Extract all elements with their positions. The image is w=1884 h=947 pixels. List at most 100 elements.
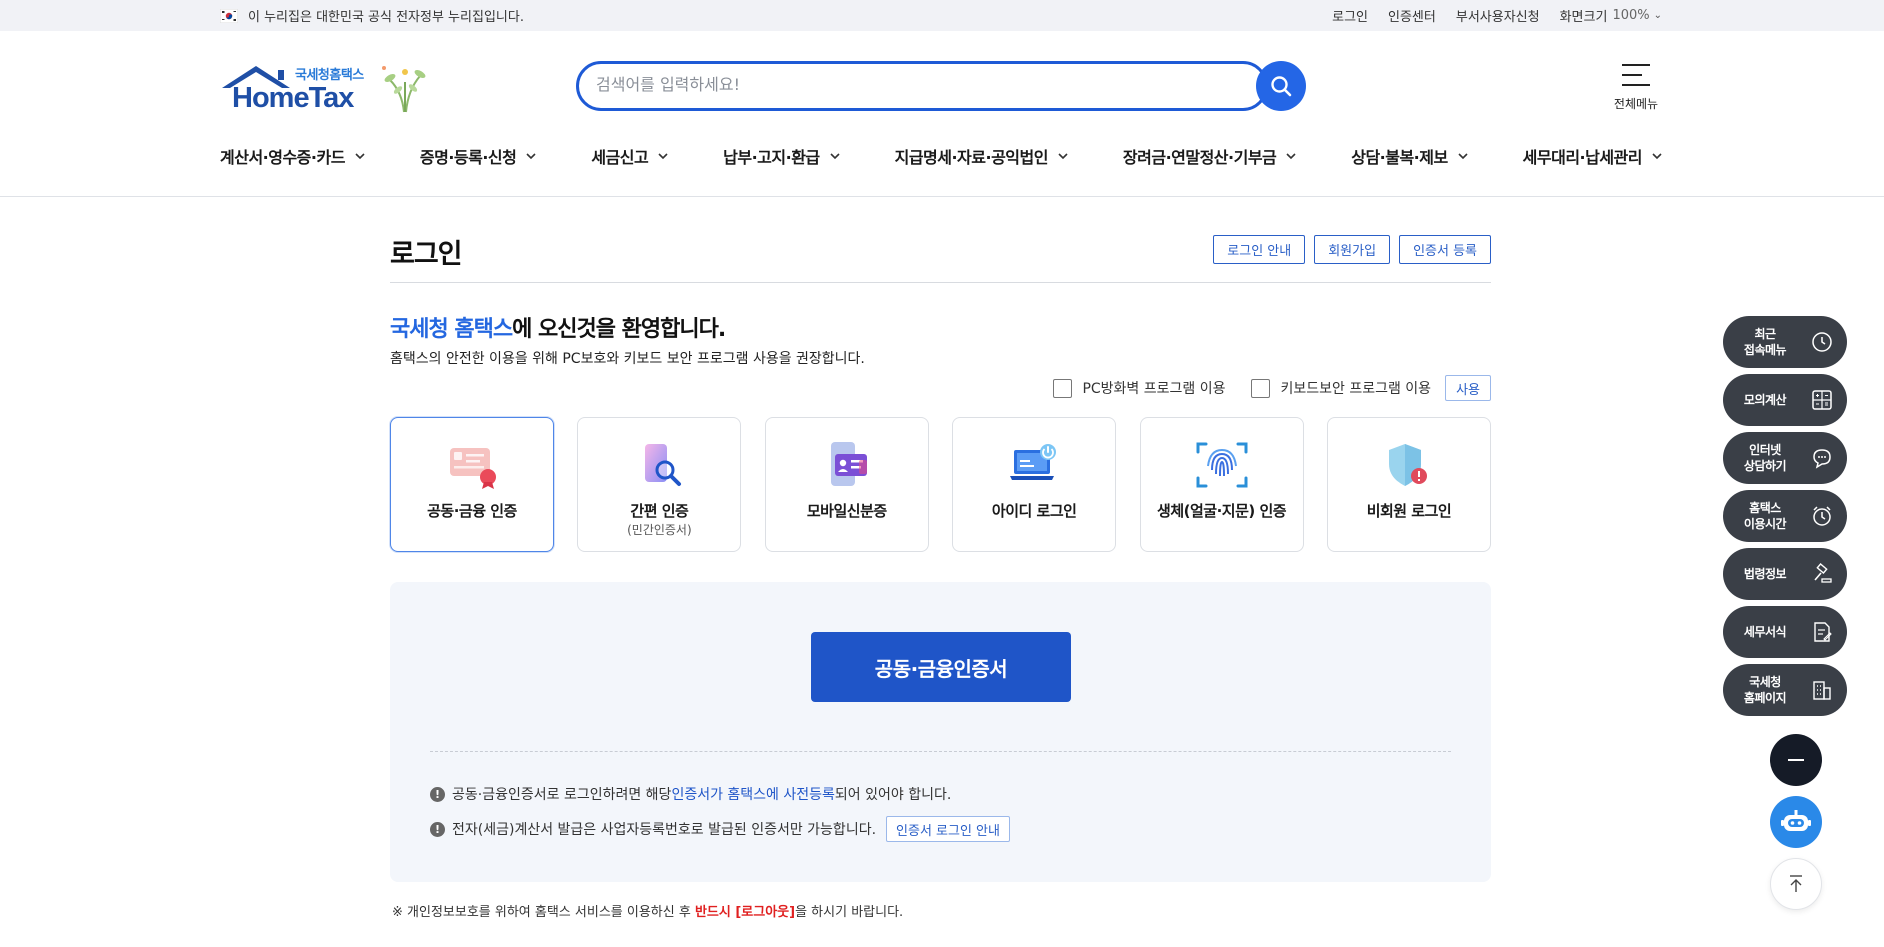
exclamation-icon: ! [430,821,445,837]
login-method-simple-auth[interactable]: 간편 인증 (민간인증서) [577,417,742,552]
quick-recent-menu[interactable]: 최근 접속메뉴 [1723,316,1847,368]
chevron-down-icon: ⌄ [1653,10,1662,21]
nav-label: 증명·등록·신청 [419,148,517,167]
chevron-down-icon [1058,153,1068,160]
nav-item-consulting[interactable]: 상담·불복·제보 [1351,144,1468,168]
notice-preregistration: ! 공동·금융인증서로 로그인하려면 해당 인증서가 홈택스에 사전등록 되어 있… [430,784,951,804]
welcome-text: 에 오신것을 환영합니다. [512,317,726,342]
logo-subtitle: 국세청홈택스 [295,68,364,83]
chevron-down-icon [1458,153,1468,160]
hamburger-icon [1622,64,1650,86]
all-menu-button[interactable]: 전체메뉴 [1607,60,1665,114]
nav-label: 세금신고 [591,148,649,167]
notice-einvoice: ! 전자(세금)계산서 발급은 사업자등록번호로 발급된 인증서만 가능합니다.… [430,816,1010,842]
gov-link-dept-user[interactable]: 부서사용자신청 [1456,6,1540,25]
alarm-icon [1813,506,1831,526]
korea-flag-icon [220,8,238,23]
firewall-option-label: PC방화벽 프로그램 이용 [1082,381,1226,397]
quick-nts-homepage[interactable]: 국세청 홈페이지 [1723,664,1847,716]
logo-title: HomeTax [232,82,354,114]
security-options: PC방화벽 프로그램 이용 키보드보안 프로그램 이용 사용 [1027,375,1491,401]
cert-login-guide-button[interactable]: 인증서 로그인 안내 [886,816,1010,842]
notice-text: 전자(세금)계산서 발급은 사업자등록번호로 발급된 인증서만 가능합니다. [452,822,877,838]
main-navigation: 계산서·영수증·카드 증명·등록·신청 세금신고 납부·고지·환급 지급명세·자… [220,142,1662,170]
gov-link-cert-center[interactable]: 인증센터 [1388,6,1436,25]
login-method-id-login[interactable]: 아이디 로그인 [952,417,1117,552]
notice-highlight: 인증서가 홈택스에 사전등록 [671,787,835,803]
login-method-mobile-id[interactable]: 모바일신분증 [764,417,929,552]
collapse-quick-menu-button[interactable] [1770,734,1822,786]
quick-label: 인터넷 상담하기 [1743,443,1787,473]
all-menu-label: 전체메뉴 [1613,97,1659,111]
chevron-down-icon [1286,153,1296,160]
keyboard-security-checkbox[interactable] [1251,378,1271,398]
login-method-cards: 공동·금융 인증 간편 인증 (민간인증서) 모바일신분증 아이디 로그인 생체… [390,417,1491,552]
cert-login-panel: 공동·금융인증서 ! 공동·금융인증서로 로그인하려면 해당 인증서가 홈택스에… [390,582,1491,882]
nav-item-tax-report[interactable]: 세금신고 [591,144,668,168]
keyboard-option-label: 키보드보안 프로그램 이용 [1280,381,1432,397]
quick-simulation[interactable]: 모의계산 [1723,374,1847,426]
joint-cert-login-button[interactable]: 공동·금융인증서 [811,632,1071,702]
signup-button[interactable]: 회원가입 [1314,235,1391,264]
gov-link-login[interactable]: 로그인 [1332,6,1368,25]
zoom-select[interactable]: 화면크기 100% ⌄ [1560,6,1662,25]
footnote-text: ※ 개인정보보호를 위하여 홈택스 서비스를 이용하신 후 [392,905,695,920]
use-button[interactable]: 사용 [1445,375,1491,401]
login-guide-button[interactable]: 로그인 안내 [1213,235,1306,264]
page-title: 로그인 [390,239,463,270]
hometax-logo[interactable]: 국세청홈택스 HomeTax [220,60,435,118]
quick-online-consult[interactable]: 인터넷 상담하기 [1723,432,1847,484]
firewall-checkbox[interactable] [1053,378,1073,398]
mobile-id-icon [830,442,867,486]
quick-label: 모의계산 [1743,393,1787,407]
nav-label: 세무대리·납세관리 [1522,148,1643,167]
nav-item-invoice[interactable]: 계산서·영수증·카드 [220,144,365,168]
panel-divider [430,751,1451,752]
calculator-icon [1812,390,1832,410]
gov-notice-text: 이 누리집은 대한민국 공식 전자정부 누리집입니다. [248,10,524,25]
quick-label: 최근 접속메뉴 [1743,327,1787,357]
quick-tax-forms[interactable]: 세무서식 [1723,606,1847,658]
method-label: 아이디 로그인 [991,502,1077,520]
quick-label: 홈택스 이용시간 [1743,501,1787,531]
search-button[interactable] [1256,61,1306,111]
nav-item-incentive[interactable]: 장려금·연말정산·기부금 [1123,144,1296,168]
nav-item-tax-agent[interactable]: 세무대리·납세관리 [1523,144,1662,168]
chatbot-button[interactable] [1770,796,1822,848]
login-method-biometric[interactable]: 생체(얼굴·지문) 인증 [1139,417,1304,552]
building-icon [1813,681,1831,700]
login-method-guest[interactable]: 비회원 로그인 [1326,417,1491,552]
register-cert-button[interactable]: 인증서 등록 [1399,235,1491,264]
nav-item-payment[interactable]: 납부·고지·환급 [723,144,840,168]
nav-label: 계산서·영수증·카드 [220,148,345,167]
search-input[interactable] [596,72,1156,96]
chevron-down-icon [830,153,840,160]
plant-decoration-icon [382,66,426,113]
footnote-text-end: 을 하시기 바랍니다. [795,905,904,920]
footnote-warning: 반드시 [로그아웃] [694,905,796,920]
gavel-icon [1814,563,1832,583]
arrow-up-icon [1790,875,1802,892]
scroll-top-button[interactable] [1770,858,1822,910]
search-bar [576,61,1306,111]
login-method-joint-cert[interactable]: 공동·금융 인증 [390,417,554,552]
fingerprint-icon [1196,442,1248,488]
title-button-group: 로그인 안내 회원가입 인증서 등록 [1213,235,1491,264]
nav-item-statement[interactable]: 지급명세·자료·공익법인 [895,144,1068,168]
chevron-down-icon [658,153,668,160]
quick-service-hours[interactable]: 홈택스 이용시간 [1723,490,1847,542]
zoom-label: 화면크기 [1559,10,1608,25]
notice-text-end: 되어 있어야 합니다. [834,787,952,803]
minus-icon [1788,759,1804,761]
quick-law-info[interactable]: 법령정보 [1723,548,1847,600]
robot-icon [1781,810,1811,831]
method-label: 모바일신분증 [806,502,887,520]
gov-banner: 이 누리집은 대한민국 공식 전자정부 누리집입니다. 로그인 인증센터 부서사… [0,0,1884,31]
method-label: 생체(얼굴·지문) 인증 [1157,502,1287,520]
logout-reminder: ※ 개인정보보호를 위하여 홈택스 서비스를 이용하신 후 반드시 [로그아웃]… [392,901,903,920]
chevron-down-icon [526,153,536,160]
certificate-card-icon [450,448,496,489]
simple-auth-icon [645,444,682,486]
nav-item-certificate[interactable]: 증명·등록·신청 [420,144,536,168]
nav-label: 장려금·연말정산·기부금 [1122,148,1277,167]
